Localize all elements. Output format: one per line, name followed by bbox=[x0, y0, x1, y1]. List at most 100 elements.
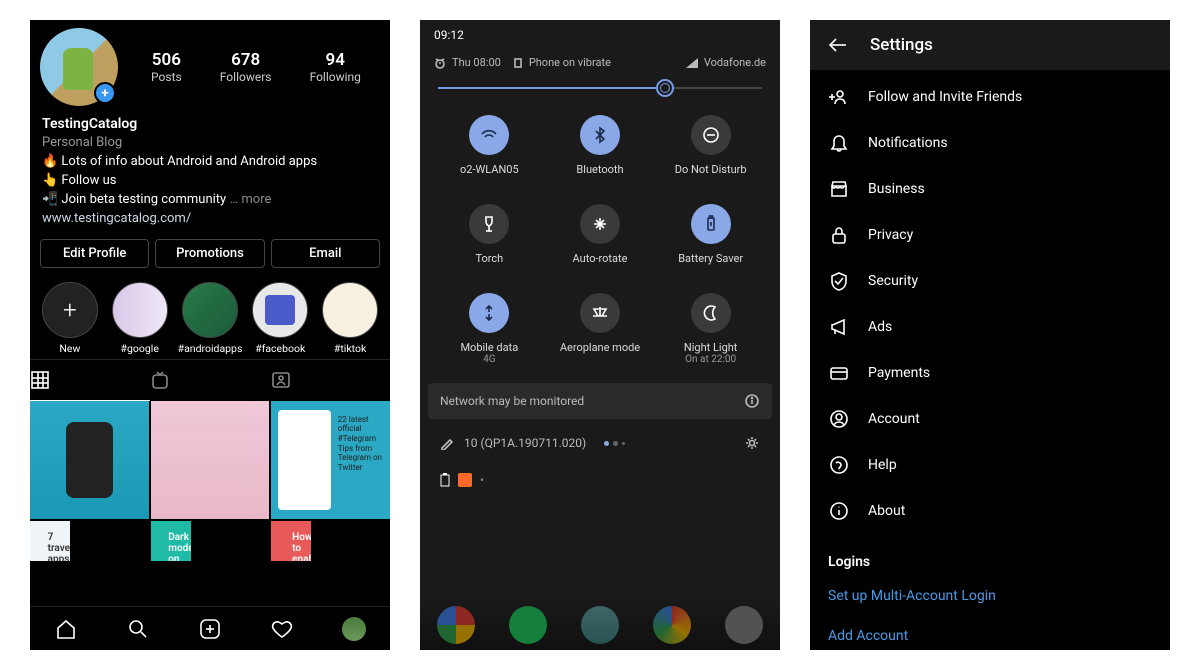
add-account-link[interactable]: Add Account bbox=[810, 616, 1170, 650]
bell-icon bbox=[828, 132, 850, 154]
tab-tagged[interactable] bbox=[270, 360, 390, 401]
setting-item-add-person[interactable]: Follow and Invite Friends bbox=[810, 74, 1170, 120]
gear-icon[interactable] bbox=[744, 435, 760, 451]
highlight-new[interactable]: + New bbox=[38, 282, 102, 355]
search-icon bbox=[127, 618, 149, 640]
back-arrow-icon[interactable] bbox=[826, 34, 848, 56]
username: TestingCatalog bbox=[42, 114, 378, 134]
qs-tile[interactable]: Night LightOn at 22:00 bbox=[655, 285, 766, 377]
brightness-slider[interactable] bbox=[420, 79, 780, 107]
tile-label: Bluetooth bbox=[545, 163, 656, 176]
qs-tile[interactable]: Do Not Disturb bbox=[655, 107, 766, 188]
tagged-icon bbox=[270, 370, 292, 390]
followers-count: 678 bbox=[220, 50, 272, 70]
igtv-icon bbox=[150, 370, 170, 390]
info-icon bbox=[828, 500, 850, 522]
highlight-item[interactable]: #tiktok bbox=[318, 282, 382, 355]
network-monitor-notice[interactable]: Network may be monitored bbox=[428, 383, 772, 419]
plus-icon: + bbox=[42, 282, 98, 338]
post-thumbnail[interactable] bbox=[30, 521, 70, 561]
post-thumbnail[interactable] bbox=[151, 521, 191, 561]
account-icon bbox=[828, 408, 850, 430]
signal-icon bbox=[686, 58, 698, 68]
maps-app-icon[interactable] bbox=[653, 606, 691, 644]
qs-tile[interactable]: Battery Saver bbox=[655, 196, 766, 277]
setting-item-help[interactable]: Help bbox=[810, 442, 1170, 488]
category: Personal Blog bbox=[42, 134, 378, 153]
post-thumbnail[interactable] bbox=[271, 521, 311, 561]
setting-item-bell[interactable]: Notifications bbox=[810, 120, 1170, 166]
tile-icon bbox=[469, 204, 509, 244]
nav-profile[interactable] bbox=[318, 607, 390, 650]
pencil-icon bbox=[440, 436, 454, 450]
qs-tile[interactable]: Aeroplane mode bbox=[545, 285, 656, 377]
tile-label: Auto-rotate bbox=[545, 252, 656, 265]
nav-home[interactable] bbox=[30, 607, 102, 650]
highlight-item[interactable]: #androidapps bbox=[178, 282, 243, 355]
add-story-icon[interactable]: + bbox=[94, 82, 116, 104]
settings-list: Follow and Invite Friends NotificationsBu… bbox=[810, 70, 1170, 538]
stat-followers[interactable]: 678 Followers bbox=[220, 50, 272, 84]
camera-app-icon[interactable] bbox=[725, 606, 763, 644]
tile-icon bbox=[691, 115, 731, 155]
nav-new-post[interactable] bbox=[174, 607, 246, 650]
tab-grid[interactable] bbox=[30, 360, 150, 401]
beta-app-icon[interactable] bbox=[581, 606, 619, 644]
profile-avatar[interactable]: + bbox=[40, 28, 118, 106]
nav-activity[interactable] bbox=[246, 607, 318, 650]
setting-label: Privacy bbox=[868, 227, 913, 243]
setting-item-megaphone[interactable]: Ads bbox=[810, 304, 1170, 350]
android-quick-settings-screen: 09:12 Thu 08:00 Phone on vibrate Vodafon… bbox=[420, 20, 780, 650]
setting-item-info[interactable]: About bbox=[810, 488, 1170, 534]
plus-square-icon bbox=[199, 618, 221, 640]
setting-item-shield[interactable]: Security bbox=[810, 258, 1170, 304]
system-update-row[interactable]: 10 (QP1A.190711.020) bbox=[428, 425, 772, 461]
setting-item-account[interactable]: Account bbox=[810, 396, 1170, 442]
tile-sublabel: On at 22:00 bbox=[655, 354, 766, 365]
status-row: Thu 08:00 Phone on vibrate Vodafone.de bbox=[420, 50, 780, 79]
tile-label: Battery Saver bbox=[655, 252, 766, 265]
website-link[interactable]: www.testingcatalog.com/ bbox=[42, 210, 378, 229]
post-thumbnail[interactable] bbox=[30, 401, 149, 520]
tile-icon bbox=[691, 293, 731, 333]
whatsapp-app-icon[interactable] bbox=[509, 606, 547, 644]
edit-profile-button[interactable]: Edit Profile bbox=[40, 239, 149, 268]
nav-search[interactable] bbox=[102, 607, 174, 650]
setting-item-card[interactable]: Payments bbox=[810, 350, 1170, 396]
qs-tile[interactable]: Mobile data4G bbox=[434, 285, 545, 377]
tab-igtv[interactable] bbox=[150, 360, 270, 401]
post-thumbnail[interactable] bbox=[271, 401, 390, 520]
qs-tile[interactable]: Auto-rotate bbox=[545, 196, 656, 277]
setting-label: Follow and Invite Friends bbox=[868, 89, 1022, 105]
email-button[interactable]: Email bbox=[271, 239, 380, 268]
multi-account-login-link[interactable]: Set up Multi-Account Login bbox=[810, 576, 1170, 616]
following-count: 94 bbox=[310, 50, 361, 70]
promotions-button[interactable]: Promotions bbox=[155, 239, 264, 268]
qs-tile[interactable]: Torch bbox=[434, 196, 545, 277]
stat-following[interactable]: 94 Following bbox=[310, 50, 361, 84]
post-thumbnail[interactable] bbox=[151, 401, 270, 520]
qs-tile[interactable]: Bluetooth bbox=[545, 107, 656, 188]
bio-line: 📲 Join beta testing community … more bbox=[42, 191, 378, 210]
help-icon bbox=[828, 454, 850, 476]
highlight-item[interactable]: #google bbox=[108, 282, 172, 355]
stat-posts[interactable]: 506 Posts bbox=[151, 50, 182, 84]
logins-section-header: Logins bbox=[810, 538, 1170, 576]
following-label: Following bbox=[310, 70, 361, 84]
more-link[interactable]: … more bbox=[229, 192, 271, 207]
tile-sublabel: 4G bbox=[434, 354, 545, 365]
setting-item-shop[interactable]: Business bbox=[810, 166, 1170, 212]
tile-label: Aeroplane mode bbox=[545, 341, 656, 354]
megaphone-icon bbox=[828, 316, 850, 338]
heart-icon bbox=[271, 618, 293, 640]
qs-tile[interactable]: o2-WLAN05 bbox=[434, 107, 545, 188]
page-title: Settings bbox=[870, 35, 933, 55]
profile-header: + 506 Posts 678 Followers 94 Following bbox=[30, 20, 390, 114]
brightness-icon bbox=[656, 79, 674, 97]
setting-item-lock[interactable]: Privacy bbox=[810, 212, 1170, 258]
followers-label: Followers bbox=[220, 70, 272, 84]
highlight-item[interactable]: #facebook bbox=[248, 282, 312, 355]
notification-tray-row[interactable]: • bbox=[428, 467, 772, 493]
photos-app-icon[interactable] bbox=[437, 606, 475, 644]
grid-icon bbox=[30, 370, 50, 390]
